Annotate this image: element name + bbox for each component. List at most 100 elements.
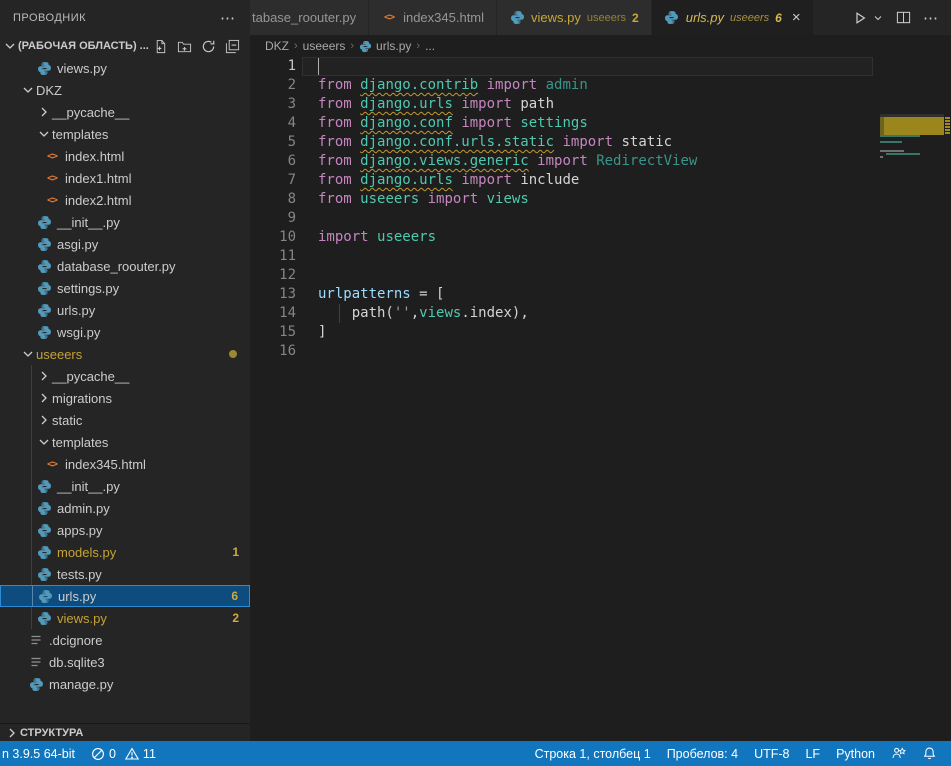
- close-tab-button[interactable]: ×: [792, 9, 801, 26]
- workspace-section-header[interactable]: (РАБОЧАЯ ОБЛАСТЬ) ...: [0, 35, 250, 57]
- new-file-button[interactable]: [153, 39, 168, 54]
- tree-file-index1-html[interactable]: <>index1.html: [0, 167, 250, 189]
- code-line[interactable]: [318, 247, 871, 266]
- tree-file-manage-py[interactable]: manage.py: [0, 673, 250, 695]
- tree-file-views-py[interactable]: views.py2: [0, 607, 250, 629]
- tree-folder-templates[interactable]: templates: [0, 431, 250, 453]
- problems-status[interactable]: 0 11: [83, 741, 164, 766]
- code-line[interactable]: [318, 209, 871, 228]
- tree-folder--pycache-[interactable]: __pycache__: [0, 101, 250, 123]
- python-interpreter-status[interactable]: n 3.9.5 64-bit: [0, 741, 83, 766]
- tree-file-index345-html[interactable]: <>index345.html: [0, 453, 250, 475]
- tree-file-tests-py[interactable]: tests.py: [0, 563, 250, 585]
- tree-file-views-py[interactable]: views.py: [0, 57, 250, 79]
- code-line[interactable]: path('',views.index),: [318, 304, 871, 323]
- tree-file--dcignore[interactable]: .dcignore: [0, 629, 250, 651]
- feedback-status[interactable]: [883, 741, 914, 766]
- code-line[interactable]: from django.urls import path: [318, 95, 871, 114]
- breadcrumb-item--[interactable]: ...: [425, 39, 435, 53]
- minimap[interactable]: [880, 114, 944, 741]
- bell-icon: [922, 746, 937, 761]
- tree-item-label: tests.py: [57, 567, 102, 582]
- tree-file-urls-py[interactable]: urls.py6: [0, 585, 250, 607]
- code-line[interactable]: [318, 266, 871, 285]
- tree-file-settings-py[interactable]: settings.py: [0, 277, 250, 299]
- tree-file-urls-py[interactable]: urls.py: [0, 299, 250, 321]
- tree-file-database-roouter-py[interactable]: database_roouter.py: [0, 255, 250, 277]
- code-line[interactable]: urlpatterns = [: [318, 285, 871, 304]
- run-python-file-button[interactable]: [852, 10, 868, 26]
- breadcrumb-label: urls.py: [376, 39, 411, 53]
- tab-tabase-roouter-py[interactable]: tabase_roouter.py: [250, 0, 369, 35]
- tree-file-models-py[interactable]: models.py1: [0, 541, 250, 563]
- line-number: 13: [250, 285, 296, 304]
- overview-ruler[interactable]: [944, 114, 951, 741]
- breadcrumb-item-useeers[interactable]: useeers: [303, 39, 346, 53]
- tree-file-index-html[interactable]: <>index.html: [0, 145, 250, 167]
- tree-file--init-py[interactable]: __init__.py: [0, 211, 250, 233]
- tree-file-admin-py[interactable]: admin.py: [0, 497, 250, 519]
- code-line[interactable]: from useeers import views: [318, 190, 871, 209]
- tree-file-index2-html[interactable]: <>index2.html: [0, 189, 250, 211]
- tab-views-py[interactable]: views.pyuseeers2: [497, 0, 652, 35]
- encoding-label: UTF-8: [754, 747, 789, 761]
- minimap-line: [880, 150, 904, 152]
- line-number: 5: [250, 133, 296, 152]
- chevron-right-icon: [36, 368, 52, 384]
- modified-dot-badge: [229, 350, 237, 358]
- language-label: Python: [836, 747, 875, 761]
- tree-folder-dkz[interactable]: DKZ: [0, 79, 250, 101]
- tree-folder-templates[interactable]: templates: [0, 123, 250, 145]
- code-line[interactable]: from django.views.generic import Redirec…: [318, 152, 871, 171]
- code-line[interactable]: from django.urls import include: [318, 171, 871, 190]
- more-actions-button[interactable]: ⋯: [923, 9, 939, 27]
- line-number: 6: [250, 152, 296, 171]
- code-line[interactable]: [318, 342, 871, 361]
- python-icon: [28, 676, 44, 692]
- tree-folder-migrations[interactable]: migrations: [0, 387, 250, 409]
- code-line[interactable]: from django.conf.urls.static import stat…: [318, 133, 871, 152]
- status-bar-right: Строка 1, столбец 1 Пробелов: 4 UTF-8 LF…: [527, 741, 951, 766]
- collapse-all-button[interactable]: [225, 39, 240, 54]
- code-line[interactable]: [318, 57, 871, 76]
- explorer-more-actions-button[interactable]: ⋯: [220, 9, 236, 27]
- tree-file-apps-py[interactable]: apps.py: [0, 519, 250, 541]
- chevron-right-icon: [36, 390, 52, 406]
- code-editor[interactable]: 12345678910111213141516 from django.cont…: [250, 57, 951, 741]
- python-icon: [36, 500, 52, 516]
- code-line[interactable]: ]: [318, 323, 871, 342]
- tree-folder--pycache-[interactable]: __pycache__: [0, 365, 250, 387]
- code-token: [352, 191, 360, 207]
- tree-file-wsgi-py[interactable]: wsgi.py: [0, 321, 250, 343]
- tree-item-label: index.html: [65, 149, 124, 164]
- split-editor-button[interactable]: [896, 10, 911, 25]
- code-token: from: [318, 172, 352, 188]
- encoding-status[interactable]: UTF-8: [746, 741, 797, 766]
- tree-folder-useeers[interactable]: useeers: [0, 343, 250, 365]
- tree-folder-static[interactable]: static: [0, 409, 250, 431]
- breadcrumb-item-dkz[interactable]: DKZ: [265, 39, 289, 53]
- refresh-button[interactable]: [201, 39, 216, 54]
- code-line[interactable]: from django.conf import settings: [318, 114, 871, 133]
- code-line[interactable]: from django.contrib import admin: [318, 76, 871, 95]
- run-dropdown-button[interactable]: [872, 12, 884, 24]
- notifications-status[interactable]: [914, 741, 945, 766]
- tab-index345-html[interactable]: <>index345.html: [369, 0, 497, 35]
- eol-label: LF: [805, 747, 820, 761]
- new-folder-button[interactable]: [177, 39, 192, 54]
- language-mode-status[interactable]: Python: [828, 741, 883, 766]
- tab-label: tabase_roouter.py: [252, 10, 356, 25]
- tree-item-label: templates: [52, 435, 108, 450]
- tree-file-db-sqlite3[interactable]: db.sqlite3: [0, 651, 250, 673]
- tree-file-asgi-py[interactable]: asgi.py: [0, 233, 250, 255]
- indentation-status[interactable]: Пробелов: 4: [659, 741, 746, 766]
- tab-urls-py[interactable]: urls.pyuseeers6×: [652, 0, 814, 35]
- eol-status[interactable]: LF: [797, 741, 828, 766]
- outline-section-header[interactable]: СТРУКТУРА: [0, 723, 250, 741]
- code-line[interactable]: import useeers: [318, 228, 871, 247]
- code-token: = [: [411, 286, 445, 302]
- tree-file--init-py[interactable]: __init__.py: [0, 475, 250, 497]
- chevron-down-icon: [872, 12, 884, 24]
- cursor-position-status[interactable]: Строка 1, столбец 1: [527, 741, 659, 766]
- breadcrumb-item-urls-py[interactable]: urls.py: [359, 39, 411, 54]
